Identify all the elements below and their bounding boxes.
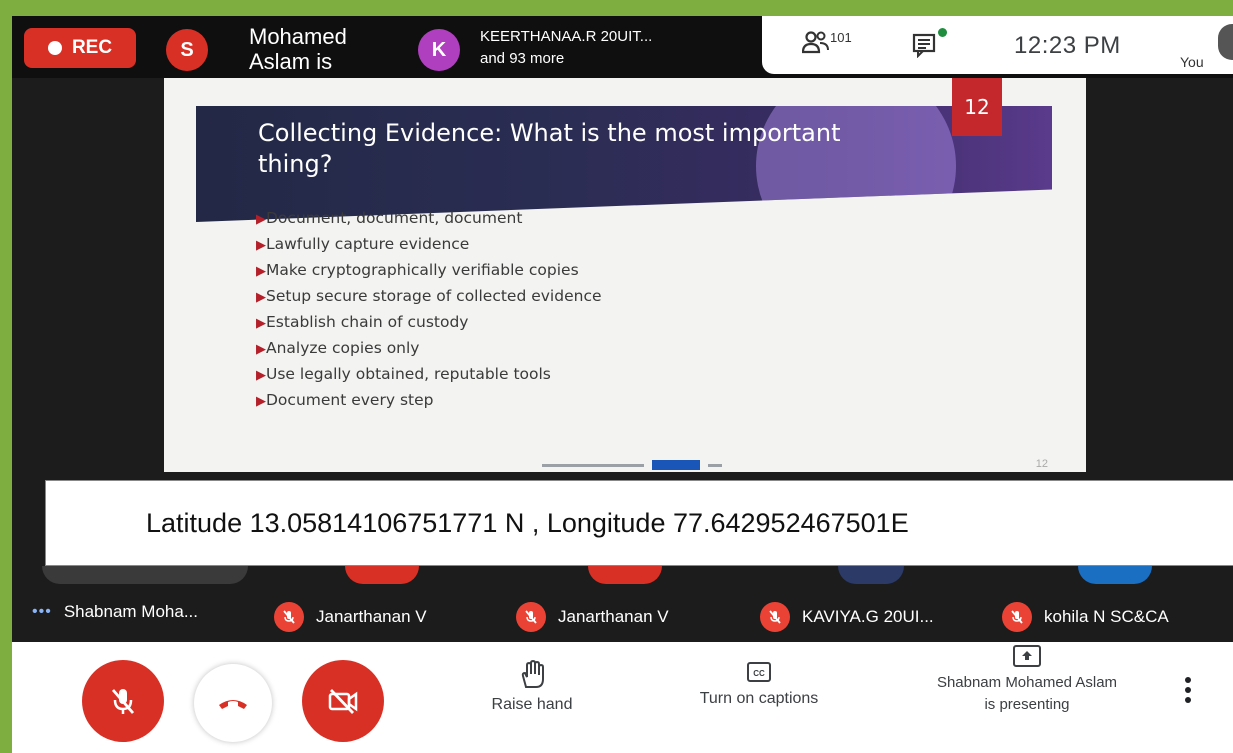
self-label: You	[1180, 54, 1204, 70]
captions-label: Turn on captions	[699, 690, 819, 707]
meeting-window: REC S Mohamed Aslam is K KEERTHANAA.R 20…	[12, 16, 1233, 753]
presenting-name: Shabnam Mohamed Aslam	[936, 674, 1118, 691]
mic-off-icon	[1002, 602, 1032, 632]
slide-number-badge: 12	[952, 78, 1002, 136]
slide-bullet: ▶Establish chain of custody	[256, 313, 469, 331]
bullet-arrow-icon: ▶	[256, 238, 266, 253]
hang-up-icon	[219, 700, 247, 709]
participant-tile[interactable]: KAVIYA.G 20UI...	[760, 602, 934, 632]
presenter-name: Mohamed Aslam is	[249, 24, 347, 74]
video-tile[interactable]	[345, 566, 419, 584]
slide-bullet: ▶Setup secure storage of collected evide…	[256, 287, 602, 305]
people-button[interactable]: 101	[802, 30, 852, 54]
presentation-slide: 12 Collecting Evidence: What is the most…	[164, 78, 1086, 472]
participant-strip: ••• Shabnam Moha... Janarthanan V Janart…	[12, 594, 1233, 640]
participant-name: Janarthanan V	[316, 607, 427, 626]
slide-footer-controls	[542, 460, 722, 470]
decorative-circle	[816, 196, 1052, 222]
slide-bullet: ▶Analyze copies only	[256, 339, 420, 357]
bullet-arrow-icon: ▶	[256, 394, 266, 409]
leave-call-button[interactable]	[194, 664, 272, 742]
presenting-status: is presenting	[984, 696, 1070, 713]
bullet-arrow-icon: ▶	[256, 342, 266, 357]
participant-name: Janarthanan V	[558, 607, 669, 626]
meeting-info-panel: 101 12:23 PM You	[762, 16, 1233, 74]
svg-text:CC: CC	[753, 669, 765, 678]
chat-notification-dot	[938, 28, 947, 37]
microphone-toggle-button[interactable]	[82, 660, 164, 742]
slide-bullet: ▶Document every step	[256, 391, 434, 409]
camera-toggle-button[interactable]	[302, 660, 384, 742]
call-controls-bar: Raise hand CC Turn on captions Shabnam M…	[12, 642, 1233, 753]
closed-captions-icon: CC	[747, 662, 771, 682]
participant-tile[interactable]: Janarthanan V	[516, 602, 669, 632]
participant-name: kohila N SC&CA	[1044, 607, 1169, 626]
more-dots-icon: •••	[32, 603, 52, 620]
bullet-arrow-icon: ▶	[256, 368, 266, 383]
slide-bullet-list: ▶Document, document, document ▶Lawfully …	[256, 208, 676, 416]
hand-icon	[521, 660, 544, 688]
people-icon	[802, 31, 829, 54]
participant-name: KEERTHANAA.R 20UIT...	[480, 28, 653, 45]
participants-more: and 93 more	[480, 50, 565, 67]
camera-off-icon	[328, 689, 358, 714]
recording-badge: REC	[24, 28, 136, 68]
slide-page-number: 12	[1035, 458, 1048, 470]
participant-tile[interactable]: kohila N SC&CA	[1002, 602, 1169, 632]
present-screen-icon	[1013, 645, 1041, 667]
presenter-avatar: S	[166, 29, 208, 71]
mic-off-icon	[516, 602, 546, 632]
raise-hand-label: Raise hand	[491, 696, 573, 713]
slide-title: Collecting Evidence: What is the most im…	[258, 119, 841, 178]
slide-bullet: ▶Document, document, document	[256, 209, 523, 227]
video-tile[interactable]	[588, 566, 662, 584]
participant-tile[interactable]: Janarthanan V	[274, 602, 427, 632]
slide-bullet: ▶Make cryptographically verifiable copie…	[256, 261, 579, 279]
footer-button[interactable]	[652, 460, 700, 470]
participant-avatar: K	[418, 29, 460, 71]
participant-name: Shabnam Moha...	[63, 602, 199, 621]
people-count: 101	[830, 30, 852, 45]
participant-tile[interactable]: ••• Shabnam Moha...	[32, 602, 198, 622]
record-dot-icon	[47, 41, 62, 55]
footer-caption	[708, 463, 722, 467]
slide-bullet: ▶Use legally obtained, reputable tools	[256, 365, 551, 383]
raise-hand-button[interactable]: Raise hand	[472, 660, 592, 714]
bullet-arrow-icon: ▶	[256, 316, 266, 331]
video-tile[interactable]	[1078, 566, 1152, 584]
top-bar: REC S Mohamed Aslam is K KEERTHANAA.R 20…	[12, 16, 1233, 78]
mic-off-icon	[760, 602, 790, 632]
bullet-arrow-icon: ▶	[256, 290, 266, 305]
mic-off-icon	[111, 689, 135, 714]
presentation-status-button[interactable]: Shabnam Mohamed Aslam is presenting	[882, 644, 1172, 716]
recording-label: REC	[71, 37, 113, 58]
bullet-arrow-icon: ▶	[256, 212, 266, 227]
meeting-clock: 12:23 PM	[1014, 32, 1121, 59]
video-tile[interactable]	[42, 566, 248, 584]
chat-icon[interactable]	[912, 32, 938, 58]
location-coordinates: Latitude 13.05814106751771 N , Longitude…	[146, 507, 909, 538]
self-avatar	[1218, 24, 1233, 60]
participants-summary: KEERTHANAA.R 20UIT... and 93 more	[480, 26, 652, 70]
captions-button[interactable]: CC Turn on captions	[674, 660, 844, 708]
participant-name: KAVIYA.G 20UI...	[802, 607, 934, 626]
slide-bullet: ▶Lawfully capture evidence	[256, 235, 470, 253]
mic-off-icon	[274, 602, 304, 632]
video-tile[interactable]	[838, 566, 904, 584]
bullet-arrow-icon: ▶	[256, 264, 266, 279]
more-options-icon[interactable]	[1176, 672, 1200, 712]
location-overlay: Latitude 13.05814106751771 N , Longitude…	[45, 480, 1233, 566]
footer-caption	[542, 463, 644, 467]
